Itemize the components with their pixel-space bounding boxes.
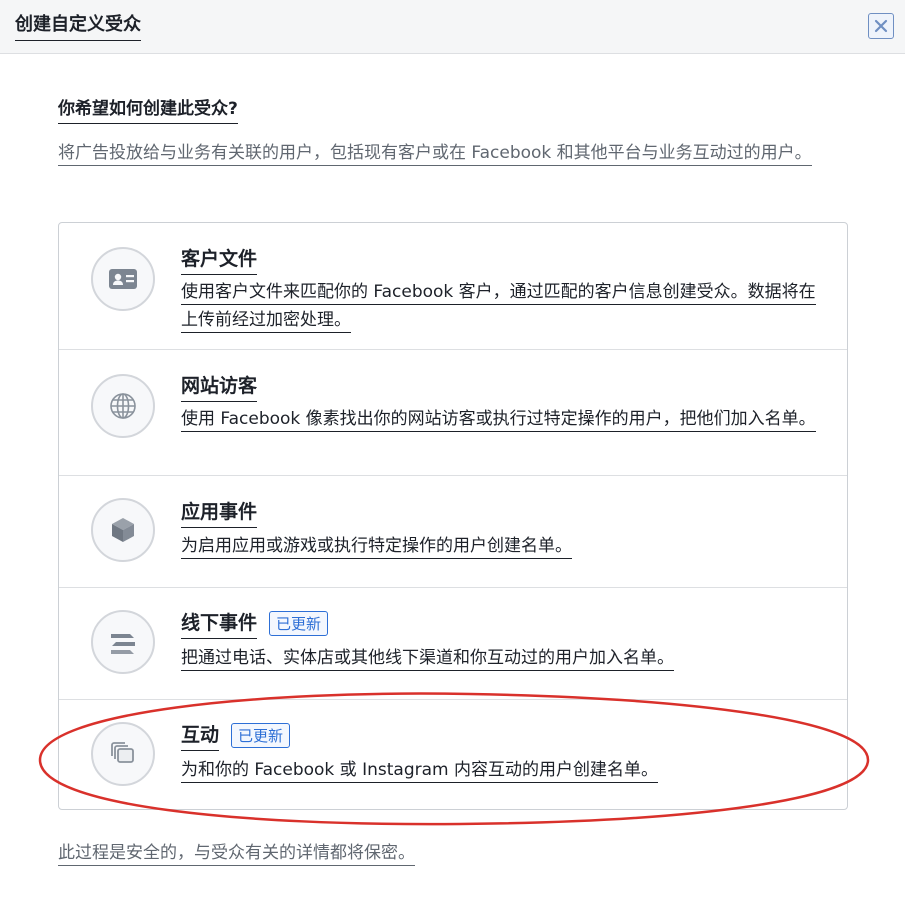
option-description: 使用 Facebook 像素找出你的网站访客或执行过特定操作的用户，把他们加入名…	[181, 405, 821, 433]
option-title: 客户文件	[181, 244, 258, 275]
audience-options-list: 客户文件 使用客户文件来匹配你的 Facebook 客户，通过匹配的客户信息创建…	[58, 222, 848, 810]
contact-card-icon	[91, 247, 155, 311]
option-title: 线下事件	[181, 608, 258, 639]
offline-sync-icon	[91, 610, 155, 674]
dialog-header: 创建自定义受众	[0, 0, 905, 54]
globe-icon	[91, 374, 155, 438]
intro-text: 将广告投放给与业务有关联的用户，包括现有客户或在 Facebook 和其他平台与…	[58, 140, 838, 167]
question-heading: 你希望如何创建此受众?	[58, 94, 238, 124]
option-description: 把通过电话、实体店或其他线下渠道和你互动过的用户加入名单。	[181, 644, 821, 672]
privacy-note: 此过程是安全的，与受众有关的详情都将保密。	[58, 838, 415, 866]
close-icon	[874, 19, 888, 33]
option-title: 网站访客	[181, 371, 258, 402]
option-title: 互动	[181, 720, 220, 751]
updated-badge: 已更新	[269, 611, 329, 636]
close-button[interactable]	[868, 13, 894, 39]
option-offline-events[interactable]: 线下事件 已更新 把通过电话、实体店或其他线下渠道和你互动过的用户加入名单。	[59, 587, 847, 699]
stacked-cards-icon	[91, 722, 155, 786]
option-description: 为启用应用或游戏或执行特定操作的用户创建名单。	[181, 532, 821, 560]
updated-badge: 已更新	[231, 723, 291, 748]
option-website-visitors[interactable]: 网站访客 使用 Facebook 像素找出你的网站访客或执行过特定操作的用户，把…	[59, 349, 847, 475]
option-customer-file[interactable]: 客户文件 使用客户文件来匹配你的 Facebook 客户，通过匹配的客户信息创建…	[59, 223, 847, 349]
dialog-title: 创建自定义受众	[15, 10, 141, 41]
option-engagement[interactable]: 互动 已更新 为和你的 Facebook 或 Instagram 内容互动的用户…	[59, 699, 847, 809]
option-description: 为和你的 Facebook 或 Instagram 内容互动的用户创建名单。	[181, 756, 821, 784]
option-app-events[interactable]: 应用事件 为启用应用或游戏或执行特定操作的用户创建名单。	[59, 475, 847, 587]
cube-icon	[91, 498, 155, 562]
option-title: 应用事件	[181, 497, 258, 528]
option-description: 使用客户文件来匹配你的 Facebook 客户，通过匹配的客户信息创建受众。数据…	[181, 278, 821, 334]
